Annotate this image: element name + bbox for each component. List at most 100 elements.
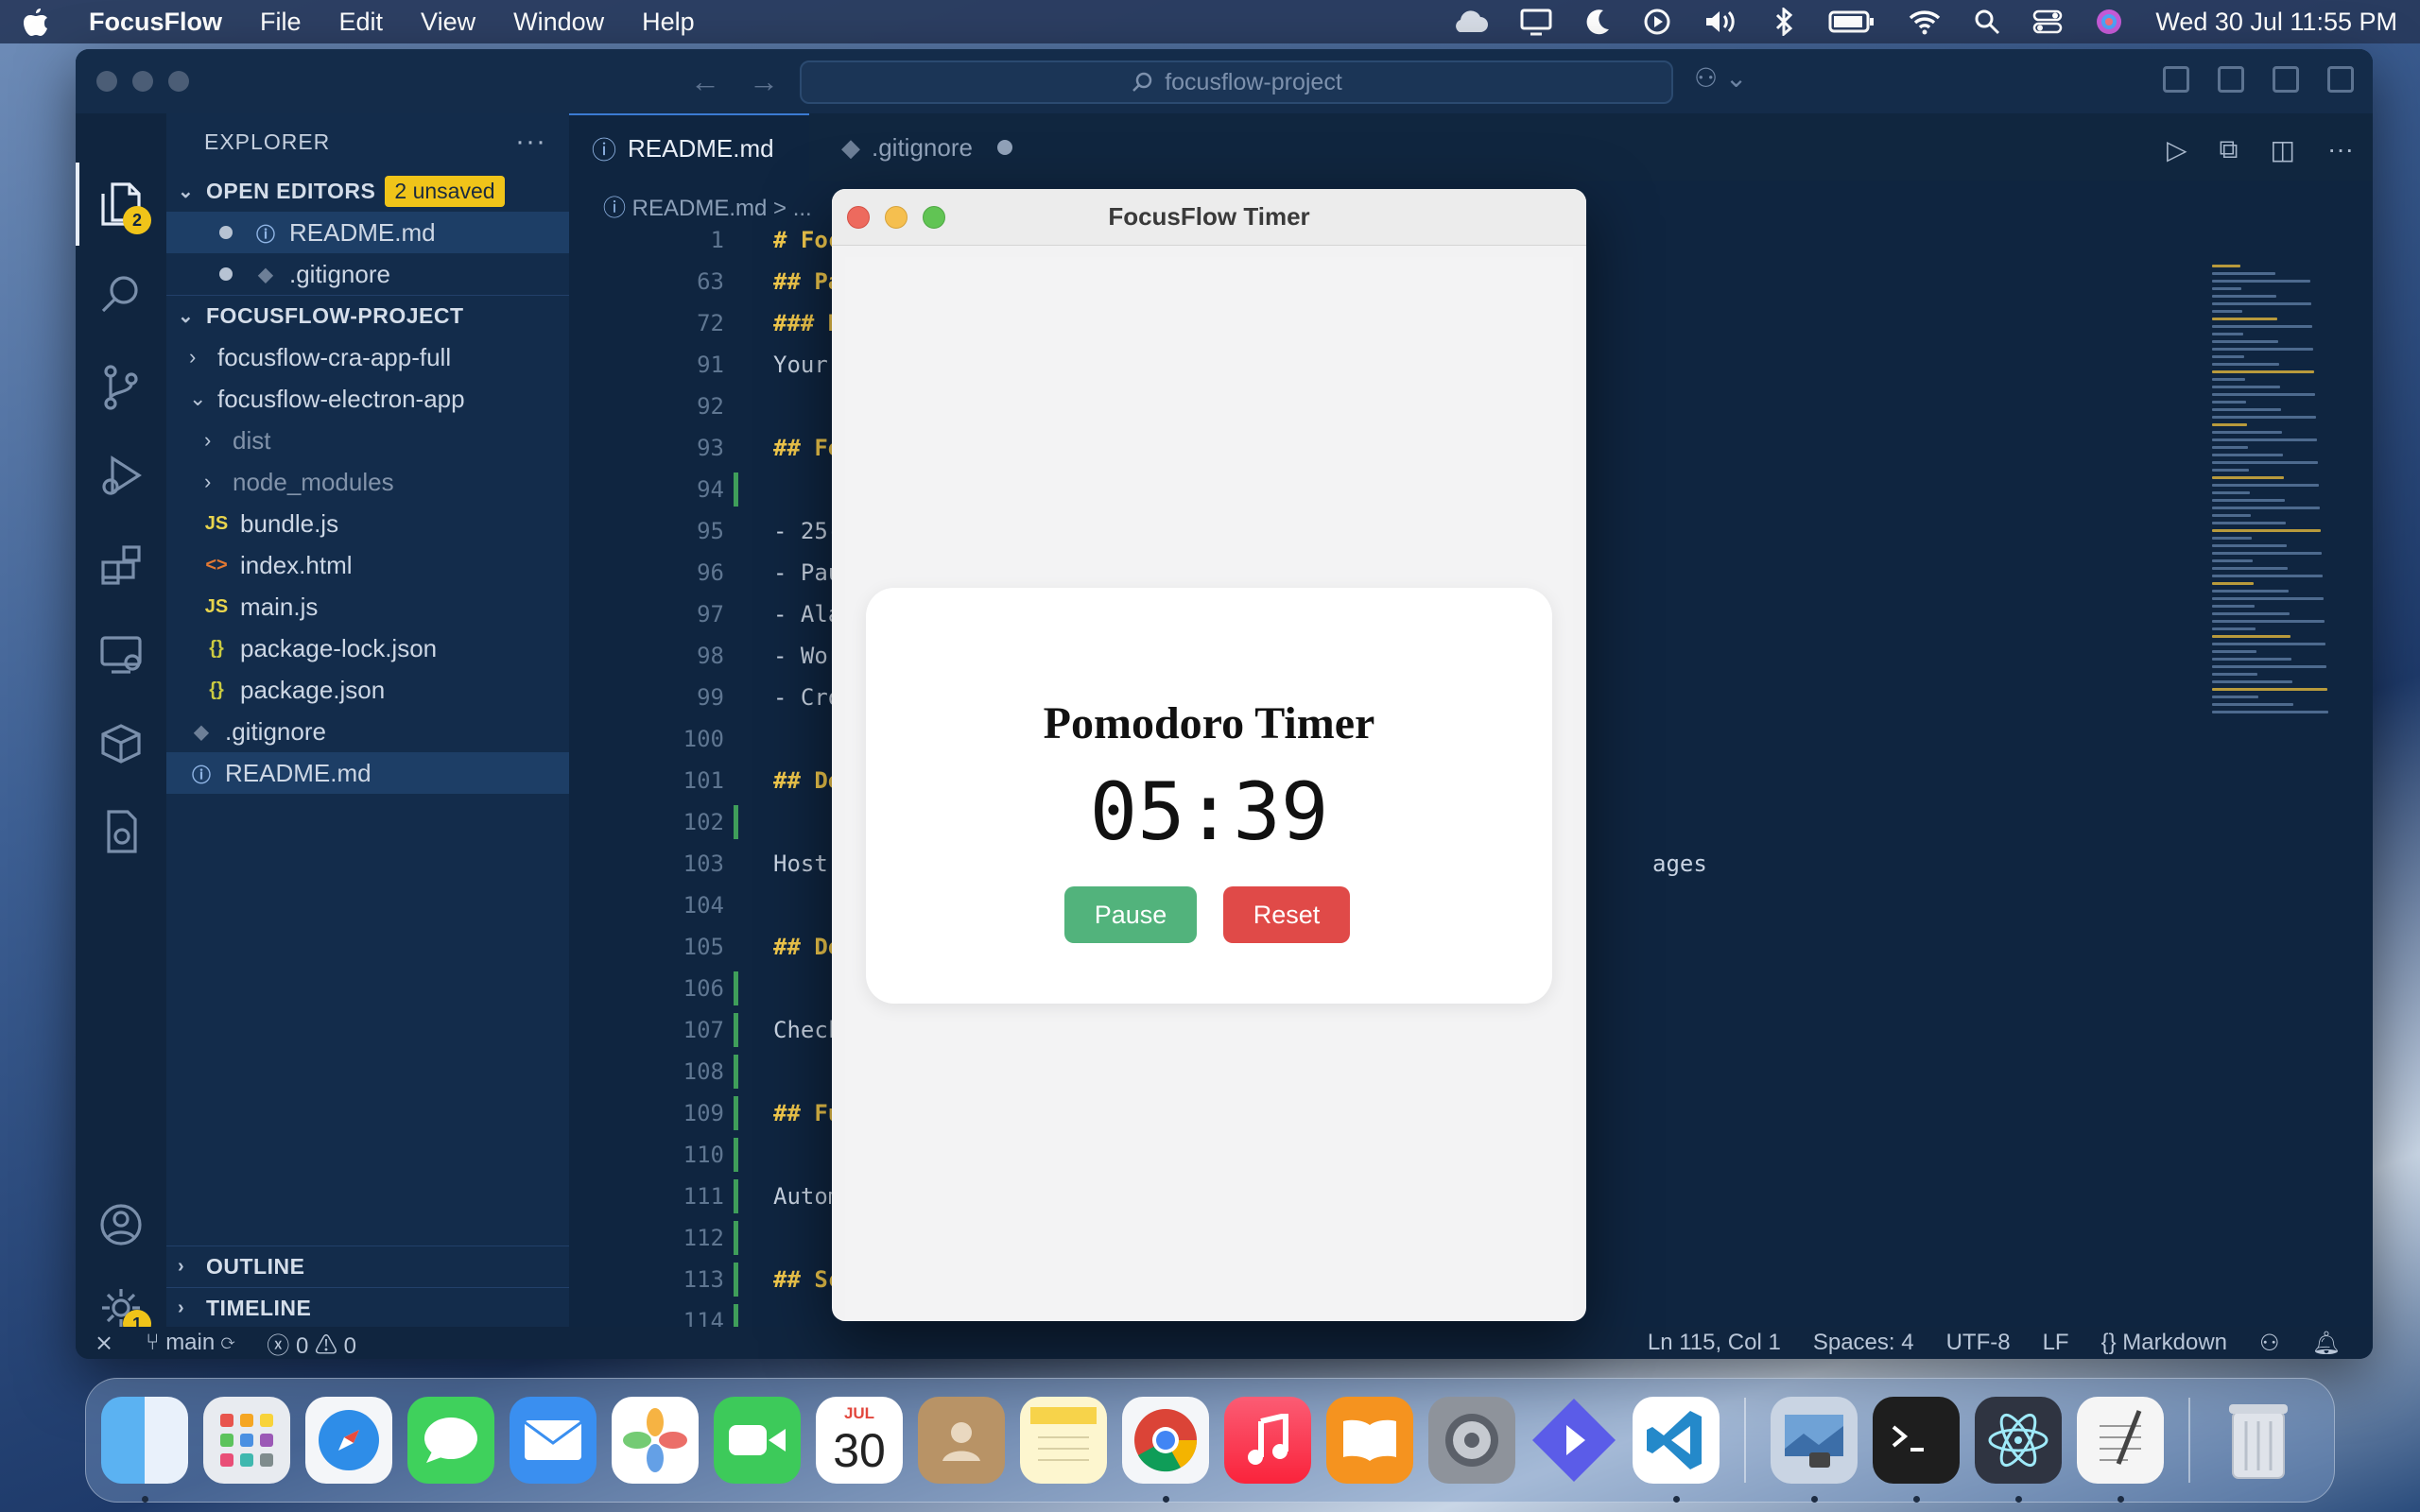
icloud-icon[interactable]	[1450, 9, 1489, 34]
breadcrumb[interactable]: ⓘ README.md > ...	[603, 189, 812, 222]
reset-button[interactable]: Reset	[1223, 886, 1350, 943]
bluetooth-icon[interactable]	[1772, 8, 1796, 36]
tree-folder[interactable]: › dist	[166, 420, 569, 461]
notifications-bell-icon[interactable]: 🔔︎	[2312, 1330, 2341, 1357]
forward-arrow-icon[interactable]: →	[749, 64, 779, 99]
zoom-window-button[interactable]	[923, 206, 945, 229]
remote-explorer-icon[interactable]	[95, 627, 147, 680]
vscode-icon[interactable]	[1633, 1397, 1720, 1503]
tab-gitignore[interactable]: ◆ .gitignore	[819, 113, 1038, 181]
split-editor-icon[interactable]: ◫	[2271, 134, 2295, 165]
launchpad-icon[interactable]	[203, 1397, 290, 1484]
run-debug-icon[interactable]	[95, 450, 147, 503]
menu-view[interactable]: View	[421, 8, 475, 37]
command-center-search[interactable]: focusflow-project	[800, 60, 1673, 104]
end-of-line[interactable]: LF	[2043, 1330, 2069, 1356]
tree-file[interactable]: {} package.json	[166, 669, 569, 711]
open-editor-gitignore[interactable]: ◆ .gitignore	[166, 253, 569, 295]
tab-readme[interactable]: ⓘ README.md	[569, 113, 809, 181]
chrome-icon[interactable]	[1122, 1397, 1209, 1503]
spotlight-search-icon[interactable]	[1974, 9, 2000, 35]
apple-menu-icon[interactable]	[23, 7, 51, 37]
preview-icon[interactable]	[1771, 1397, 1858, 1503]
copilot-icon[interactable]: ⚇ ⌄	[1694, 62, 1747, 94]
toggle-secondary-sidebar-icon[interactable]	[2327, 66, 2354, 93]
control-center-icon[interactable]	[2032, 9, 2063, 35]
trash-icon[interactable]	[2215, 1397, 2302, 1484]
testing-icon[interactable]	[95, 805, 147, 858]
timeline-header[interactable]: › TIMELINE	[166, 1287, 569, 1329]
menu-clock[interactable]: Wed 30 Jul 11:55 PM	[2155, 8, 2397, 37]
books-icon[interactable]	[1326, 1397, 1413, 1484]
app-menu[interactable]: FocusFlow	[89, 8, 222, 37]
menu-help[interactable]: Help	[642, 8, 695, 37]
battery-icon[interactable]	[1828, 9, 1876, 35]
focus-moon-icon[interactable]	[1584, 8, 1611, 36]
containers-icon[interactable]	[95, 716, 147, 769]
cursor-position[interactable]: Ln 115, Col 1	[1648, 1330, 1781, 1356]
now-playing-icon[interactable]	[1643, 8, 1671, 36]
contacts-icon[interactable]	[918, 1397, 1005, 1484]
explorer-icon[interactable]: 2	[95, 178, 151, 234]
minimize-window-button[interactable]	[885, 206, 908, 229]
extensions-icon[interactable]	[95, 539, 147, 592]
back-arrow-icon[interactable]: ←	[690, 64, 720, 99]
messages-icon[interactable]	[407, 1397, 494, 1484]
minimap[interactable]	[2212, 265, 2363, 794]
music-icon[interactable]	[1224, 1397, 1311, 1484]
copilot-status-icon[interactable]: ⚇	[2259, 1330, 2280, 1357]
project-header[interactable]: ⌄ FOCUSFLOW-PROJECT	[166, 295, 569, 336]
system-settings-icon[interactable]	[1428, 1397, 1515, 1484]
explorer-more-button[interactable]: ···	[515, 126, 546, 158]
tree-file[interactable]: ◆ .gitignore	[166, 711, 569, 752]
accounts-icon[interactable]	[95, 1198, 147, 1251]
unsaved-dot-icon[interactable]	[996, 140, 1012, 155]
customize-layout-icon[interactable]	[2163, 66, 2189, 93]
finder-icon[interactable]	[101, 1397, 188, 1503]
menu-window[interactable]: Window	[513, 8, 604, 37]
language-mode[interactable]: {} Markdown	[2101, 1330, 2227, 1356]
mail-icon[interactable]	[510, 1397, 596, 1484]
photos-icon[interactable]	[612, 1397, 699, 1484]
source-control-icon[interactable]	[95, 361, 147, 414]
outline-header[interactable]: › OUTLINE	[166, 1246, 569, 1287]
close-window-button[interactable]	[847, 206, 870, 229]
encoding[interactable]: UTF-8	[1946, 1330, 2011, 1356]
zoom-window-button[interactable]	[168, 71, 189, 92]
open-preview-icon[interactable]: ⧉	[2220, 134, 2238, 165]
close-window-button[interactable]	[96, 71, 117, 92]
toggle-primary-sidebar-icon[interactable]	[2218, 66, 2244, 93]
volume-icon[interactable]	[1703, 8, 1739, 36]
tree-file[interactable]: {} package-lock.json	[166, 627, 569, 669]
tree-folder[interactable]: › focusflow-cra-app-full	[166, 336, 569, 378]
wifi-icon[interactable]	[1908, 9, 1942, 35]
open-editors-header[interactable]: ⌄ OPEN EDITORS 2 unsaved	[166, 170, 569, 212]
indentation[interactable]: Spaces: 4	[1813, 1330, 1914, 1356]
pause-button[interactable]: Pause	[1064, 886, 1197, 943]
tree-file[interactable]: ⓘ README.md	[166, 752, 569, 794]
facetime-icon[interactable]	[714, 1397, 801, 1484]
menu-edit[interactable]: Edit	[339, 8, 384, 37]
tree-file[interactable]: <> index.html	[166, 544, 569, 586]
electron-icon[interactable]	[1975, 1397, 2062, 1503]
problems-indicator[interactable]: ⓧ 0 ⚠ 0	[267, 1327, 356, 1360]
run-icon[interactable]: ▷	[2167, 134, 2187, 165]
tree-file[interactable]: JS main.js	[166, 586, 569, 627]
textedit-icon[interactable]	[2077, 1397, 2164, 1503]
remote-indicator-icon[interactable]: ⨯	[95, 1330, 113, 1357]
prompt-app-icon[interactable]	[1530, 1397, 1617, 1484]
menu-file[interactable]: File	[260, 8, 302, 37]
branch-indicator[interactable]: ⑂ main ⟳	[146, 1330, 234, 1356]
notes-icon[interactable]	[1020, 1397, 1107, 1484]
more-actions-icon[interactable]: ···	[2327, 134, 2354, 165]
siri-icon[interactable]	[2095, 8, 2123, 36]
minimize-window-button[interactable]	[132, 71, 153, 92]
tree-file[interactable]: JS bundle.js	[166, 503, 569, 544]
tree-folder[interactable]: ⌄ focusflow-electron-app	[166, 378, 569, 420]
calendar-icon[interactable]: JUL 30	[816, 1397, 903, 1484]
display-icon[interactable]	[1520, 8, 1552, 36]
terminal-icon[interactable]	[1873, 1397, 1960, 1503]
open-editor-readme[interactable]: ⓘ README.md	[166, 212, 569, 253]
search-icon[interactable]	[95, 268, 147, 321]
safari-icon[interactable]	[305, 1397, 392, 1484]
